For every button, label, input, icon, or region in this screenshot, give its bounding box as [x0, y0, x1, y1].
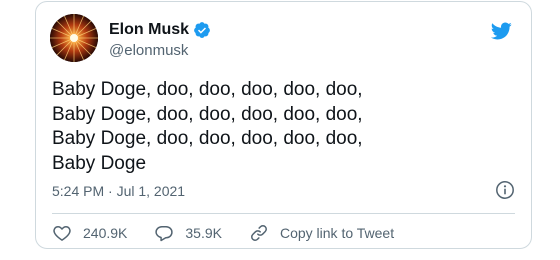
twitter-bird-icon[interactable] [489, 20, 513, 42]
tweet-timestamp[interactable]: 5:24 PM · Jul 1, 2021 [52, 183, 185, 199]
like-count: 240.9K [83, 225, 128, 241]
reply-icon [155, 226, 174, 242]
tweet-card[interactable]: Elon Musk @elonmusk Baby Doge, doo, doo,… [35, 1, 532, 249]
tweet-meta: 5:24 PM · Jul 1, 2021 [52, 180, 517, 202]
page: Elon Musk @elonmusk Baby Doge, doo, doo,… [0, 0, 560, 260]
handle[interactable]: @elonmusk [109, 42, 211, 59]
reply-count: 35.9K [185, 225, 222, 241]
info-icon[interactable] [495, 180, 515, 200]
author-names: Elon Musk @elonmusk [109, 20, 211, 59]
display-name[interactable]: Elon Musk [109, 21, 189, 39]
avatar[interactable] [50, 14, 98, 62]
like-button[interactable]: 240.9K [52, 223, 127, 243]
tweet-text: Baby Doge, doo, doo, doo, doo, doo, Baby… [52, 79, 363, 174]
copy-link-button[interactable]: Copy link to Tweet [249, 223, 394, 243]
display-name-row: Elon Musk [109, 20, 211, 40]
verified-badge-icon [193, 21, 211, 39]
tweet-actions: 240.9K 35.9K Copy link to Tweet [52, 221, 421, 245]
heart-icon [53, 226, 71, 241]
link-icon [251, 225, 267, 241]
tweet-header: Elon Musk @elonmusk [50, 14, 517, 62]
divider [52, 213, 515, 214]
reply-button[interactable]: 35.9K [154, 223, 222, 243]
copy-link-label: Copy link to Tweet [279, 225, 395, 241]
